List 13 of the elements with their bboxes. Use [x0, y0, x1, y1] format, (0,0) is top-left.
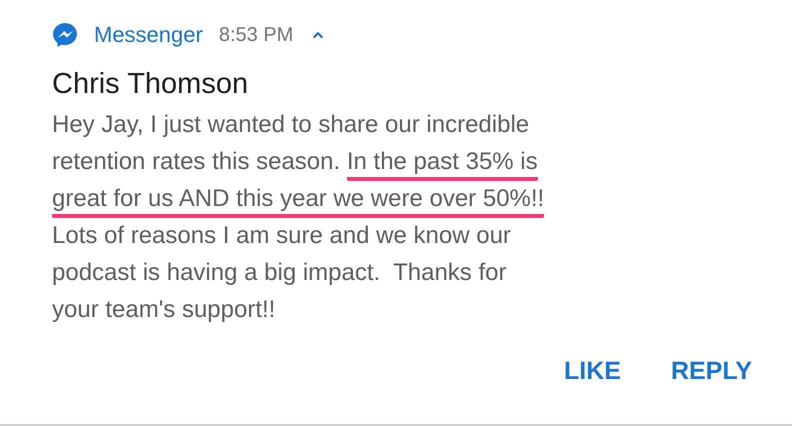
message-text: your team's support!! [52, 295, 276, 325]
app-name: Messenger [94, 22, 203, 48]
notification-time: 8:53 PM [218, 24, 294, 46]
underlined-text: great for us AND this year we were over 50%!! [52, 184, 544, 218]
message-text: Hey Jay, I just wanted to share our incredible [52, 110, 530, 140]
action-button[interactable]: REPLY [670, 353, 752, 390]
message-text: Lots of reasons I am sure and we know our [52, 221, 511, 251]
sender-name: Chris Thomson [52, 68, 250, 101]
action-button[interactable]: LIKE [564, 353, 621, 390]
message-text: retention rates this season. [52, 147, 342, 177]
underlined-text: In the past 35% is [346, 147, 538, 181]
messenger-icon [52, 22, 78, 48]
message-text: podcast is having a big impact. Thanks for [52, 258, 506, 288]
